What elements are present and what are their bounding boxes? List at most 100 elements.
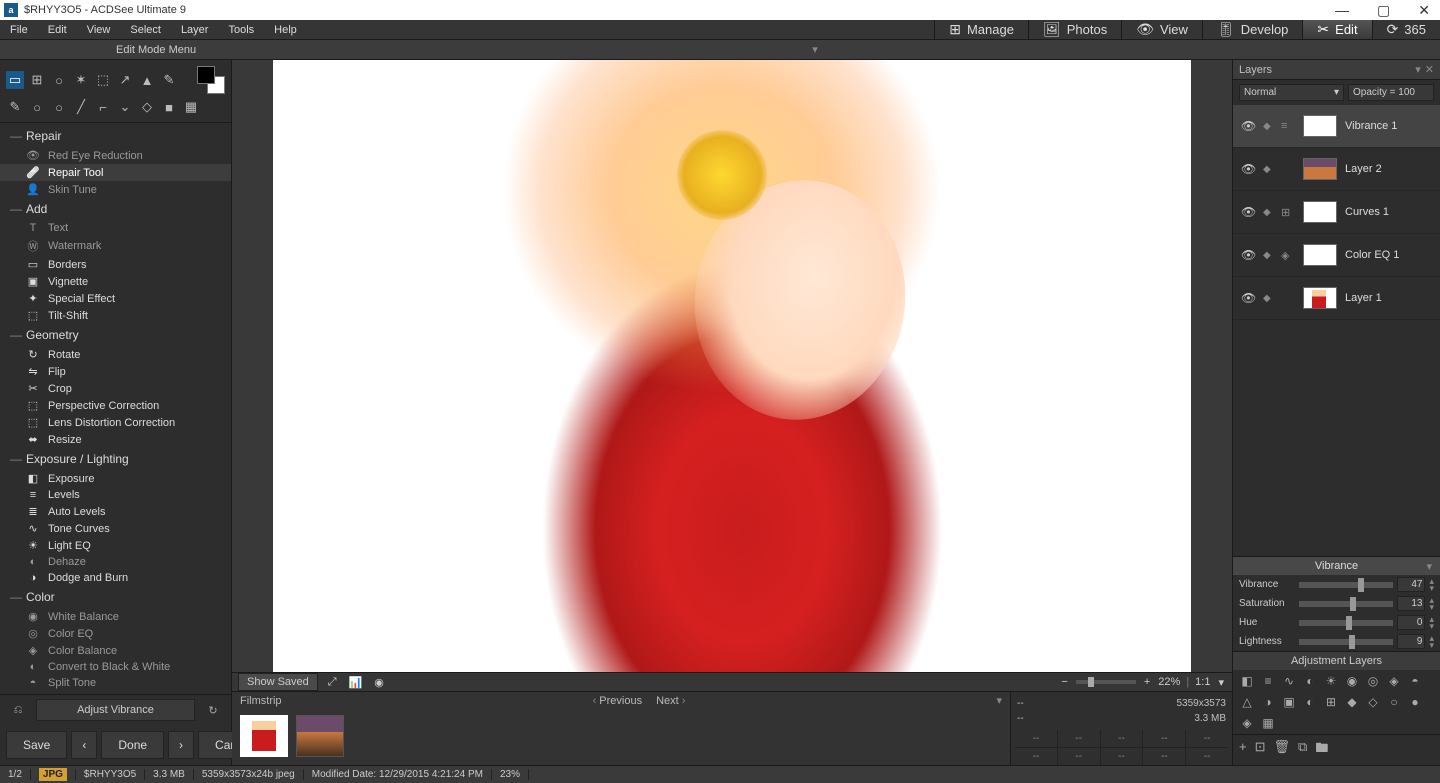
canvas-area[interactable] <box>232 60 1232 672</box>
tool-flip[interactable]: ⇋Flip <box>0 363 231 380</box>
history-icon[interactable]: ⎌ <box>8 704 28 717</box>
tool-list[interactable]: Repair👁Red Eye Reduction🩹Repair Tool👤Ski… <box>0 123 231 694</box>
visibility-icon[interactable]: 👁 <box>1241 119 1255 133</box>
adjustment-icon-16[interactable]: ○ <box>1386 694 1402 710</box>
panel-close-icon[interactable]: ✕ <box>1425 63 1434 76</box>
tool-dodge-and-burn[interactable]: ◑Dodge and Burn <box>0 570 231 586</box>
link-icon[interactable]: ◆ <box>1263 250 1273 261</box>
adjustment-icon-5[interactable]: ◉ <box>1344 673 1360 689</box>
menu-tools[interactable]: Tools <box>218 21 264 39</box>
save-button[interactable]: Save <box>6 731 67 759</box>
thumbnail-2[interactable] <box>296 715 344 757</box>
canvas[interactable] <box>273 60 1191 672</box>
group-geometry[interactable]: Geometry <box>0 324 231 346</box>
tool-repair-tool[interactable]: 🩹Repair Tool <box>0 164 231 181</box>
tool-marquee[interactable]: ⊞ <box>28 71 46 89</box>
zoom-in-icon[interactable]: + <box>1142 676 1152 688</box>
slider-track[interactable] <box>1299 582 1393 588</box>
layer-layer-1[interactable]: 👁◆Layer 1 <box>1233 277 1440 320</box>
filmstrip-dropdown-icon[interactable]: ▾ <box>996 694 1002 707</box>
tool-light-eq[interactable]: ☀Light EQ <box>0 537 231 554</box>
tool-crop[interactable]: ⬚ <box>94 71 112 89</box>
color-swatches[interactable] <box>197 66 225 94</box>
tool-curve[interactable]: ⌄ <box>116 98 134 116</box>
visibility-icon[interactable]: 👁 <box>1241 162 1255 176</box>
tool-angle[interactable]: ⌐ <box>94 98 112 116</box>
menu-view[interactable]: View <box>77 21 121 39</box>
ratio-dropdown-icon[interactable]: ▾ <box>1216 676 1226 689</box>
slider-value[interactable]: 0 <box>1397 615 1425 630</box>
tool-split-tone[interactable]: ◓Split Tone <box>0 675 231 691</box>
slider-value[interactable]: 9 <box>1397 634 1425 649</box>
tool-pointer[interactable]: ▲ <box>138 71 156 89</box>
layer-fx-icon[interactable]: ≡ <box>1281 120 1295 132</box>
layer-thumbnail[interactable] <box>1303 201 1337 223</box>
layer-op-save[interactable]: 🖿 <box>1315 739 1328 761</box>
layer-layer-2[interactable]: 👁◆Layer 2 <box>1233 148 1440 191</box>
tool-convert-to-black-white[interactable]: ◐Convert to Black & White <box>0 659 231 675</box>
link-icon[interactable]: ◆ <box>1263 293 1273 304</box>
adjustment-icon-10[interactable]: ◑ <box>1260 694 1276 710</box>
tool-special-effect[interactable]: ✦Special Effect <box>0 290 231 307</box>
spinner-icon[interactable]: ▴▾ <box>1429 597 1434 611</box>
group-color[interactable]: Color <box>0 586 231 608</box>
tool-vignette[interactable]: ▣Vignette <box>0 273 231 290</box>
tool-circle[interactable]: ○ <box>50 98 68 116</box>
layer-op-mask[interactable]: ⊡ <box>1255 739 1266 761</box>
adjustment-icon-12[interactable]: ◐ <box>1302 694 1318 710</box>
filmstrip-next[interactable]: Next › <box>656 695 685 707</box>
tool-color-balance[interactable]: ◈Color Balance <box>0 642 231 659</box>
link-icon[interactable]: ◆ <box>1263 207 1273 218</box>
chevron-down-icon[interactable]: ▾ <box>1426 560 1432 573</box>
slider-track[interactable] <box>1299 620 1393 626</box>
tab-view[interactable]: 👁View <box>1121 20 1202 39</box>
thumbnail-1[interactable] <box>240 715 288 757</box>
adjustment-icon-3[interactable]: ◐ <box>1302 673 1318 689</box>
tool-lasso[interactable]: ○ <box>50 71 68 89</box>
slider-value[interactable]: 47 <box>1397 577 1425 592</box>
adjustment-icon-17[interactable]: ● <box>1407 694 1423 710</box>
layer-op-duplicate[interactable]: ⧉ <box>1298 739 1307 761</box>
adjustment-icon-6[interactable]: ◎ <box>1365 673 1381 689</box>
link-icon[interactable]: ◆ <box>1263 121 1273 132</box>
adjustment-icon-1[interactable]: ≡ <box>1260 673 1276 689</box>
menu-select[interactable]: Select <box>120 21 171 39</box>
visibility-icon[interactable]: 👁 <box>1241 205 1255 219</box>
menu-file[interactable]: File <box>0 21 38 39</box>
spinner-icon[interactable]: ▴▾ <box>1429 616 1434 630</box>
close-button[interactable]: ✕ <box>1412 2 1436 19</box>
next-button[interactable]: › <box>168 731 194 759</box>
group-add[interactable]: Add <box>0 198 231 220</box>
opacity-field[interactable]: Opacity = 100 <box>1348 84 1434 101</box>
tool-wand[interactable]: ✶ <box>72 71 90 89</box>
panel-menu-icon[interactable]: ▾ <box>1415 63 1421 76</box>
link-icon[interactable]: ◆ <box>1263 164 1273 175</box>
layer-vibrance-1[interactable]: 👁◆≡Vibrance 1 <box>1233 105 1440 148</box>
layer-op-delete[interactable]: 🗑 <box>1274 739 1291 761</box>
slider-track[interactable] <box>1299 639 1393 645</box>
minimize-button[interactable]: — <box>1329 2 1355 19</box>
done-button[interactable]: Done <box>101 731 164 759</box>
tool-pencil[interactable]: ✎ <box>160 71 178 89</box>
fit-icon[interactable]: ⤢ <box>326 676 339 689</box>
tool-fill[interactable]: ■ <box>160 98 178 116</box>
editmode-label[interactable]: Edit Mode Menu <box>116 44 196 56</box>
group-detail[interactable]: Detail <box>0 691 231 694</box>
layer-thumbnail[interactable] <box>1303 287 1337 309</box>
zoom-ratio[interactable]: 1:1 <box>1195 676 1210 688</box>
adjustment-icon-18[interactable]: ◈ <box>1239 715 1255 731</box>
tool-auto-levels[interactable]: ≣Auto Levels <box>0 503 231 520</box>
layer-op-add[interactable]: + <box>1239 739 1247 761</box>
layer-fx-icon[interactable]: ⊞ <box>1281 206 1295 219</box>
zoom-slider[interactable] <box>1076 680 1136 684</box>
tool-watermark[interactable]: ⓌWatermark <box>0 236 231 256</box>
tool-levels[interactable]: ≡Levels <box>0 487 231 503</box>
tool-red-eye-reduction[interactable]: 👁Red Eye Reduction <box>0 147 231 164</box>
group-exposure-lighting[interactable]: Exposure / Lighting <box>0 448 231 470</box>
tool-polygon[interactable]: ◇ <box>138 98 156 116</box>
menu-edit[interactable]: Edit <box>38 21 77 39</box>
zoom-out-icon[interactable]: − <box>1059 676 1069 688</box>
prev-button[interactable]: ‹ <box>71 731 97 759</box>
tool-move[interactable]: ▭ <box>6 71 24 89</box>
slider-value[interactable]: 13 <box>1397 596 1425 611</box>
